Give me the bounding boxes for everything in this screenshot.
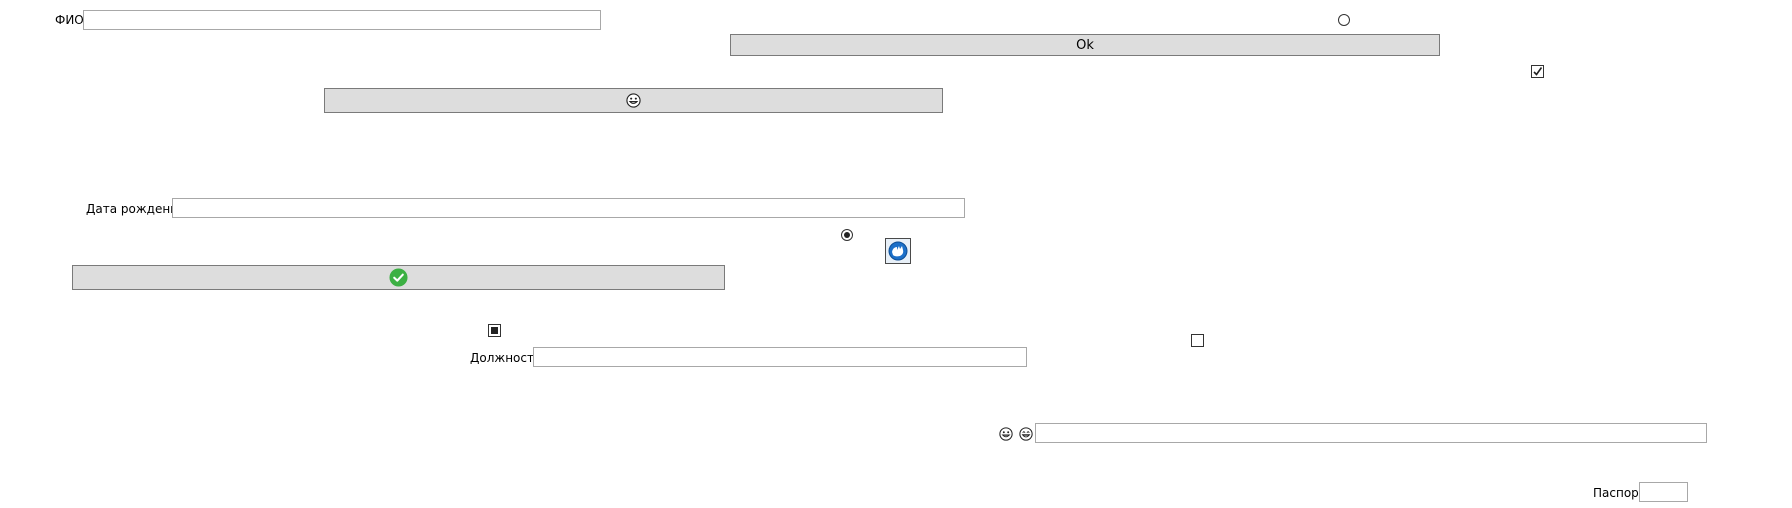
- emoji-button[interactable]: [324, 88, 943, 113]
- grinning-face-icon: [626, 93, 641, 108]
- green-check-icon: [389, 268, 408, 287]
- grinning-face-icon: [999, 427, 1013, 441]
- laughing-face-icon: [1019, 427, 1033, 441]
- ok-button-label: Ok: [1076, 37, 1094, 53]
- passport-input[interactable]: [1639, 482, 1688, 502]
- radio-middle[interactable]: [841, 229, 853, 241]
- image-button[interactable]: [885, 238, 911, 264]
- radio-dot: [844, 232, 850, 238]
- checkbox-right[interactable]: [1191, 334, 1204, 347]
- birthdate-input[interactable]: [172, 198, 965, 218]
- position-label: Должность: [470, 351, 542, 365]
- fio-label: ФИО: [55, 13, 84, 27]
- ok-button[interactable]: Ok: [730, 34, 1440, 56]
- emoji-text-input[interactable]: [1035, 423, 1707, 443]
- radio-top[interactable]: [1338, 14, 1350, 26]
- confirm-check-button[interactable]: [72, 265, 725, 290]
- birthdate-label: Дата рождения: [86, 202, 186, 216]
- indeterminate-mark: [491, 327, 498, 334]
- position-input[interactable]: [533, 347, 1027, 367]
- checkbox-top[interactable]: [1531, 65, 1544, 78]
- checkmark-icon: [1533, 67, 1543, 76]
- checkbox-indeterminate[interactable]: [488, 324, 501, 337]
- blue-round-logo-icon: [888, 241, 908, 261]
- fio-input[interactable]: [83, 10, 601, 30]
- passport-label: Паспорт: [1593, 486, 1646, 500]
